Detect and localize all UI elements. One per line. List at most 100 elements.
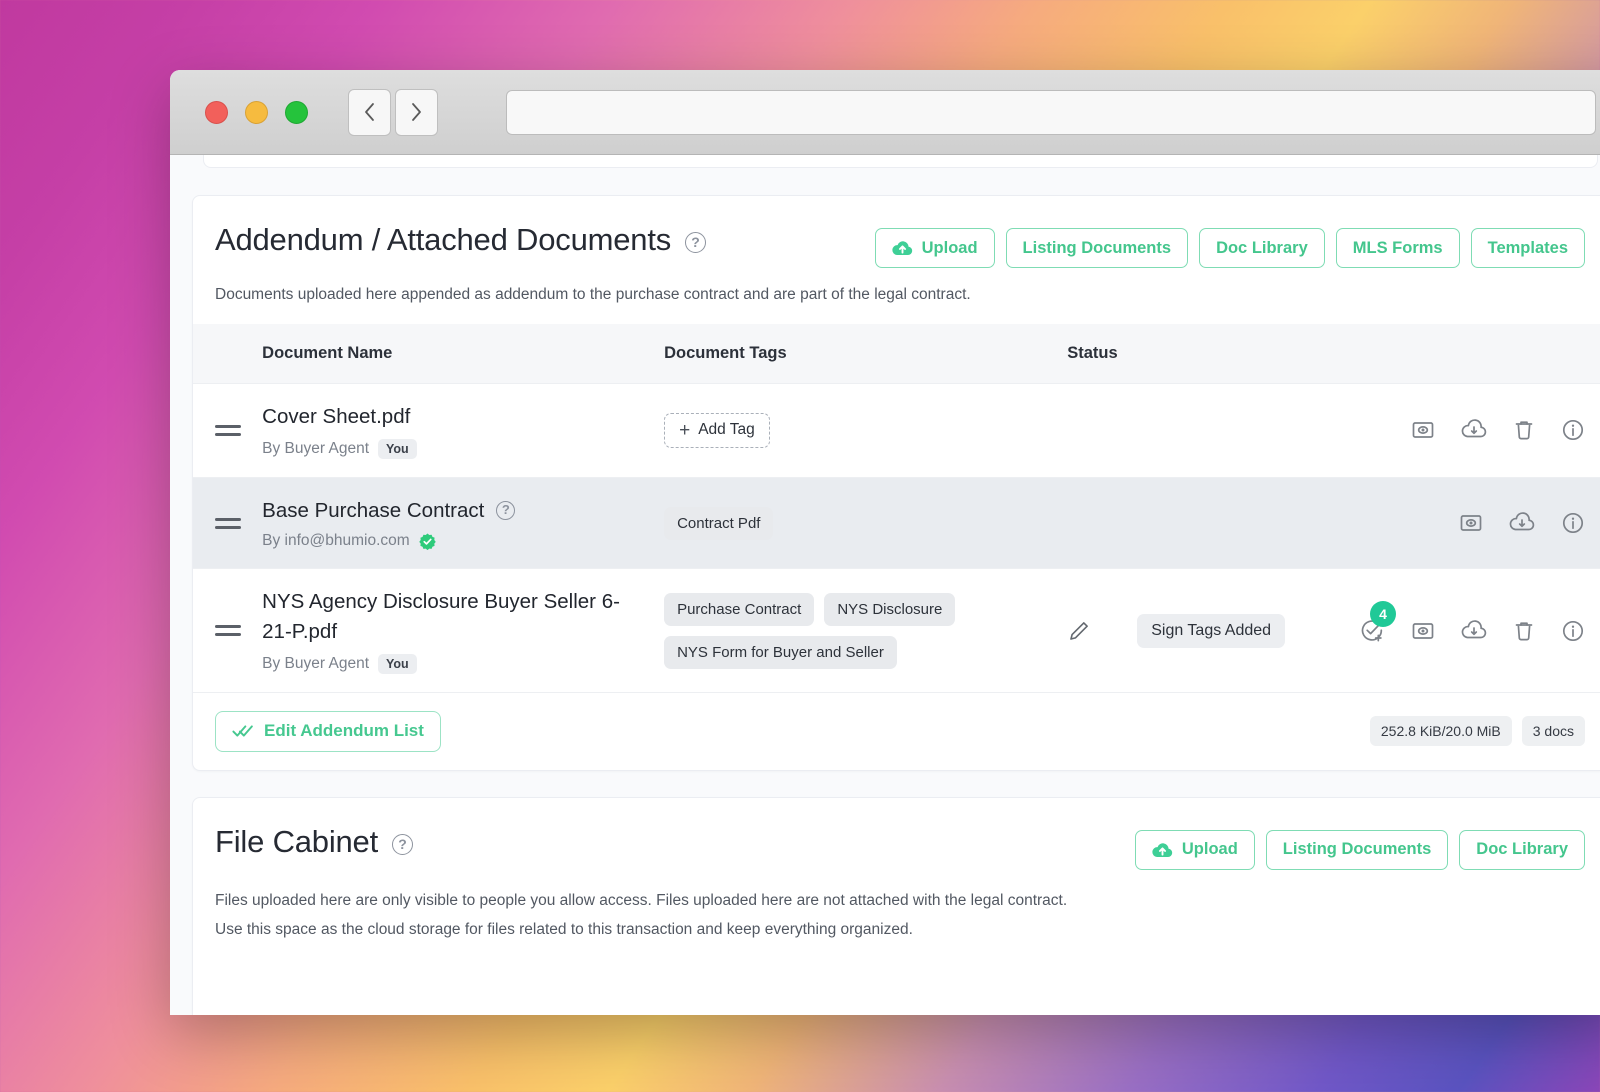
listing-documents-label: Listing Documents	[1283, 840, 1432, 859]
storage-usage: 252.8 KiB/20.0 MiB	[1370, 716, 1512, 746]
maximize-window-button[interactable]	[285, 101, 308, 124]
file-cabinet-title-wrap: File Cabinet ?	[215, 824, 413, 860]
mls-forms-label: MLS Forms	[1353, 239, 1443, 258]
minimize-window-button[interactable]	[245, 101, 268, 124]
document-author-text: By Buyer Agent	[262, 655, 369, 673]
document-name[interactable]: Cover Sheet.pdf	[262, 402, 664, 432]
addendum-footer: Edit Addendum List 252.8 KiB/20.0 MiB 3 …	[193, 692, 1600, 770]
sign-count-badge: 4	[1370, 601, 1396, 627]
document-tag[interactable]: Contract Pdf	[664, 507, 773, 540]
addendum-description: Documents uploaded here appended as adde…	[193, 268, 1600, 324]
header-status: Status	[1067, 324, 1359, 384]
info-icon[interactable]	[1561, 511, 1585, 535]
header-document-name: Document Name	[262, 324, 664, 384]
add-tag-label: Add Tag	[698, 421, 755, 439]
footer-meta: 252.8 KiB/20.0 MiB 3 docs	[1370, 716, 1585, 746]
edit-addendum-list-label: Edit Addendum List	[264, 721, 424, 741]
header-actions	[1359, 324, 1600, 384]
row-name-cell: NYS Agency Disclosure Buyer Seller 6-21-…	[262, 569, 664, 692]
document-name-text: Cover Sheet.pdf	[262, 402, 410, 432]
pencil-icon[interactable]	[1067, 619, 1091, 643]
browser-titlebar	[170, 70, 1600, 155]
addendum-table-body: Cover Sheet.pdf By Buyer Agent You +	[193, 384, 1600, 692]
cloud-upload-icon	[1152, 842, 1173, 858]
addendum-card: Addendum / Attached Documents ? Upload L…	[192, 195, 1600, 771]
tag-list: + Add Tag	[664, 413, 1067, 448]
listing-documents-button[interactable]: Listing Documents	[1006, 228, 1189, 268]
row-status-cell	[1067, 477, 1359, 569]
row-name-cell: Base Purchase Contract ? By info@bhumio.…	[262, 477, 664, 569]
close-window-button[interactable]	[205, 101, 228, 124]
row-handle-cell	[193, 477, 262, 569]
doc-library-button[interactable]: Doc Library	[1199, 228, 1325, 268]
document-name[interactable]: Base Purchase Contract ?	[262, 496, 664, 526]
document-author-text: By Buyer Agent	[262, 440, 369, 458]
upload-button-label: Upload	[1182, 840, 1238, 859]
info-icon[interactable]	[1561, 619, 1585, 643]
row-tags-cell: Purchase Contract NYS Disclosure NYS For…	[664, 569, 1067, 692]
file-cabinet-description: Files uploaded here are only visible to …	[193, 870, 1600, 945]
row-actions-cell	[1359, 384, 1600, 478]
addendum-table-head: Document Name Document Tags Status	[193, 324, 1600, 384]
file-cabinet-title: File Cabinet	[215, 824, 378, 860]
preview-eye-icon[interactable]	[1411, 418, 1435, 442]
help-icon[interactable]: ?	[685, 232, 706, 253]
row-handle-cell	[193, 569, 262, 692]
templates-button[interactable]: Templates	[1471, 228, 1585, 268]
document-tag[interactable]: NYS Form for Buyer and Seller	[664, 636, 897, 669]
drag-handle-icon[interactable]	[215, 425, 241, 436]
drag-handle-icon[interactable]	[215, 625, 241, 636]
info-icon[interactable]	[1561, 418, 1585, 442]
cloud-download-icon[interactable]	[1461, 620, 1487, 642]
file-cabinet-toolbar: Upload Listing Documents Doc Library	[1135, 824, 1585, 870]
doc-library-button[interactable]: Doc Library	[1459, 830, 1585, 870]
cloud-download-icon[interactable]	[1509, 512, 1535, 534]
addendum-table: Document Name Document Tags Status	[193, 324, 1600, 692]
upload-button-label: Upload	[922, 239, 978, 258]
back-button[interactable]	[348, 89, 391, 136]
help-icon[interactable]: ?	[496, 501, 515, 520]
preview-eye-icon[interactable]	[1411, 619, 1435, 643]
plus-icon: +	[679, 421, 690, 440]
header-handle	[193, 324, 262, 384]
row-actions: 4	[1359, 618, 1600, 644]
sign-tags-icon[interactable]: 4	[1359, 618, 1385, 644]
edit-addendum-list-button[interactable]: Edit Addendum List	[215, 711, 441, 752]
mls-forms-button[interactable]: MLS Forms	[1336, 228, 1460, 268]
document-name[interactable]: NYS Agency Disclosure Buyer Seller 6-21-…	[262, 587, 664, 646]
trash-icon[interactable]	[1513, 418, 1535, 442]
addendum-header: Addendum / Attached Documents ? Upload L…	[193, 196, 1600, 268]
document-tag[interactable]: NYS Disclosure	[824, 593, 955, 626]
add-tag-button[interactable]: + Add Tag	[664, 413, 770, 448]
doc-library-label: Doc Library	[1476, 840, 1568, 859]
addendum-toolbar: Upload Listing Documents Doc Library MLS…	[875, 222, 1585, 268]
upload-button[interactable]: Upload	[875, 228, 995, 268]
row-actions	[1359, 418, 1600, 442]
preview-eye-icon[interactable]	[1459, 511, 1483, 535]
cloud-download-icon[interactable]	[1461, 419, 1487, 441]
navigation-buttons	[348, 89, 438, 136]
page-title: Addendum / Attached Documents	[215, 222, 671, 258]
file-cabinet-line-2: Use this space as the cloud storage for …	[215, 915, 1585, 944]
tag-list: Contract Pdf	[664, 507, 1067, 540]
forward-button[interactable]	[395, 89, 438, 136]
listing-documents-label: Listing Documents	[1023, 239, 1172, 258]
help-icon[interactable]: ?	[392, 834, 413, 855]
drag-handle-icon[interactable]	[215, 518, 241, 529]
document-name-text: NYS Agency Disclosure Buyer Seller 6-21-…	[262, 587, 630, 646]
templates-label: Templates	[1488, 239, 1568, 258]
browser-window: Addendum / Attached Documents ? Upload L…	[170, 70, 1600, 1015]
table-row: Base Purchase Contract ? By info@bhumio.…	[193, 477, 1600, 569]
file-cabinet-body	[193, 945, 1600, 1015]
document-author: By Buyer Agent You	[262, 654, 664, 674]
upload-button[interactable]: Upload	[1135, 830, 1255, 870]
row-name-cell: Cover Sheet.pdf By Buyer Agent You	[262, 384, 664, 478]
table-row: NYS Agency Disclosure Buyer Seller 6-21-…	[193, 569, 1600, 692]
listing-documents-button[interactable]: Listing Documents	[1266, 830, 1449, 870]
url-input[interactable]	[506, 90, 1596, 135]
you-badge: You	[378, 654, 417, 674]
trash-icon[interactable]	[1513, 619, 1535, 643]
chevron-right-icon	[409, 101, 424, 123]
tag-list: Purchase Contract NYS Disclosure NYS For…	[664, 593, 1067, 669]
document-tag[interactable]: Purchase Contract	[664, 593, 814, 626]
